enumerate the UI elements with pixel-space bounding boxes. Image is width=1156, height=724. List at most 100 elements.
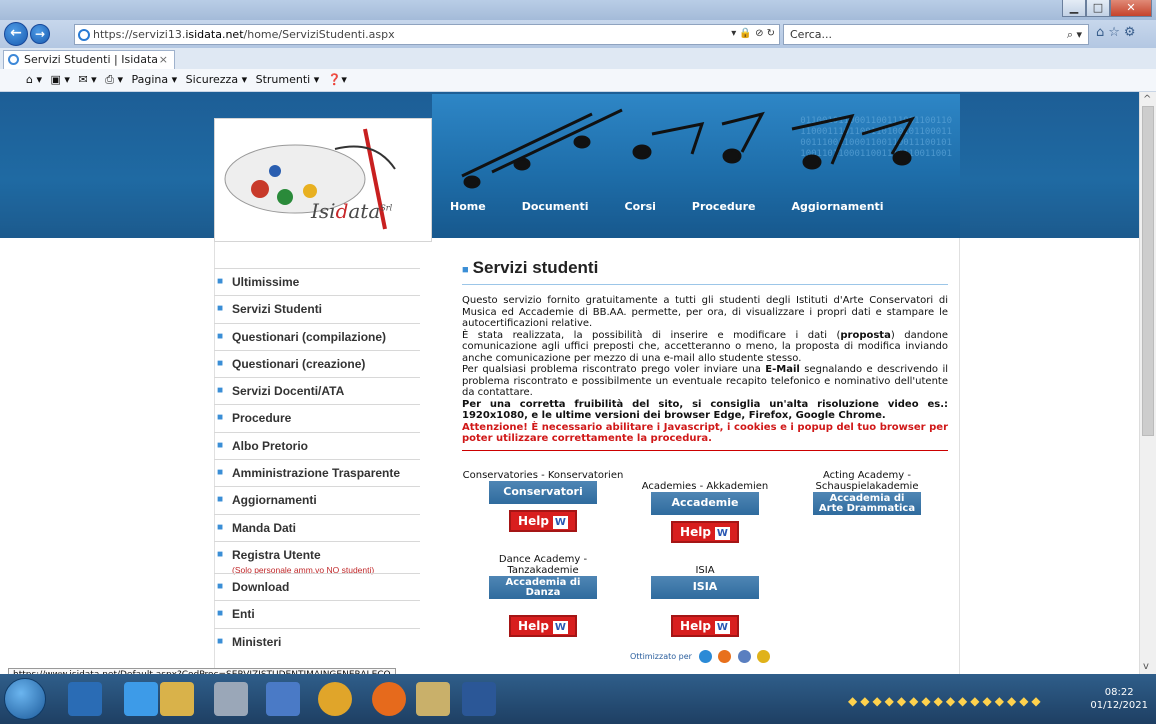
close-window-button[interactable]: ✕	[1110, 0, 1152, 17]
help-button[interactable]: Help W	[671, 521, 739, 543]
bullet-icon: ■	[217, 357, 224, 369]
sidebar-item-enti[interactable]: ■ Enti	[214, 600, 420, 627]
bullet-icon: ■	[217, 439, 224, 451]
danza-banner[interactable]: Accademia di Danza	[489, 576, 597, 599]
chrome-icon	[757, 650, 771, 663]
sidebar-item-download[interactable]: ■ Download	[214, 572, 420, 600]
caption: Dance Academy - Tanzakademie	[498, 554, 588, 576]
calculator-taskbar-icon[interactable]	[214, 682, 248, 716]
clock[interactable]: 08:22 01/12/2021	[1090, 686, 1148, 712]
firefox-icon	[718, 650, 732, 663]
nav-aggiornamenti[interactable]: Aggiornamenti	[792, 200, 884, 213]
lock-refresh-icons[interactable]: ▾ 🔒 ⊘ ↻	[731, 28, 775, 39]
sidebar-item-procedure[interactable]: ■ Procedure	[214, 404, 420, 431]
caption: Conservatories - Konservatorien	[462, 470, 624, 481]
help-icon[interactable]: ❓▾	[328, 73, 347, 86]
feeds-icon[interactable]: ▣ ▾	[51, 73, 70, 86]
javascript-warning: Attenzione! È necessario abilitare i Jav…	[462, 421, 948, 445]
sidebar-item-albo-pretorio[interactable]: ■ Albo Pretorio	[214, 431, 420, 459]
sidebar-item-servizi-docenti[interactable]: ■ Servizi Docenti/ATA	[214, 377, 420, 404]
maximize-button[interactable]: □	[1086, 0, 1110, 17]
help-button[interactable]: Help W	[509, 615, 577, 637]
bullet-icon: ■	[217, 385, 224, 397]
tab-servizi-studenti[interactable]: Servizi Studenti | Isidata ×	[3, 50, 175, 69]
bullet-icon: ■	[217, 330, 224, 342]
help-button[interactable]: Help W	[671, 615, 739, 637]
isidata-logo[interactable]: IsidataSrl	[214, 118, 432, 242]
email-paragraph: Per qualsiasi problema riscontrato prego…	[462, 364, 948, 398]
command-bar: ⌂ ▾ ▣ ▾ ✉ ▾ ⎙ ▾ Pagina ▾ Sicurezza ▾ Str…	[0, 69, 1156, 92]
home-icon[interactable]: ⌂ ▾	[26, 73, 42, 86]
forward-button[interactable]: →	[30, 24, 50, 44]
window-controls: ▁ □ ✕	[1062, 0, 1152, 17]
isia-banner[interactable]: ISIA	[651, 576, 759, 599]
sidebar-item-manda-dati[interactable]: ■ Manda Dati	[214, 513, 420, 541]
edge-icon	[698, 650, 712, 663]
bullet-icon: ■	[217, 548, 224, 560]
menu-pagina[interactable]: Pagina ▾	[132, 73, 178, 86]
url-prefix: https://servizi13.	[93, 28, 186, 41]
chrome-taskbar-icon[interactable]	[318, 682, 352, 716]
bullet-icon: ■	[217, 521, 224, 533]
scroll-down-icon[interactable]: v	[1143, 661, 1149, 672]
nav-documenti[interactable]: Documenti	[522, 200, 589, 213]
sidebar-item-ultimissime[interactable]: ■ Ultimissime	[214, 268, 420, 295]
home-star-gear-icons[interactable]: ⌂☆⚙	[1096, 25, 1140, 40]
explorer-taskbar-icon[interactable]	[160, 682, 194, 716]
taskbar-app-icon[interactable]	[68, 682, 102, 716]
sidebar-item-aggiornamenti[interactable]: ■ Aggiornamenti	[214, 486, 420, 513]
email-link[interactable]: E-Mail	[765, 364, 800, 375]
tab-title: Servizi Studenti | Isidata	[24, 53, 159, 66]
service-conservatori: Conservatories - Konservatorien Conserva…	[462, 470, 624, 532]
url-path: /home/ServiziStudenti.aspx	[243, 28, 395, 41]
url-host: isidata.net	[185, 28, 244, 41]
taskbar-app-icon[interactable]	[266, 682, 300, 716]
word-taskbar-icon[interactable]	[462, 682, 496, 716]
folder-taskbar-icon[interactable]	[416, 682, 450, 716]
nav-corsi[interactable]: Corsi	[625, 200, 656, 213]
minimize-button[interactable]: ▁	[1062, 0, 1086, 17]
conservatori-banner[interactable]: Conservatori	[489, 481, 597, 504]
intro-paragraph: Questo servizio fornito gratuitamente a …	[462, 295, 948, 329]
page-title: ■ Servizi studenti	[462, 258, 948, 285]
start-button[interactable]	[4, 678, 46, 720]
menu-sicurezza[interactable]: Sicurezza ▾	[186, 73, 247, 86]
sidebar-item-amministrazione-trasparente[interactable]: ■ Amministrazione Trasparente	[214, 459, 420, 486]
nav-home[interactable]: Home	[450, 200, 486, 213]
caption: ISIA	[695, 565, 715, 576]
service-danza: Dance Academy - Tanzakademie Accademia d…	[462, 554, 624, 637]
menu-strumenti[interactable]: Strumenti ▾	[256, 73, 320, 86]
mail-icon[interactable]: ✉ ▾	[78, 73, 96, 86]
help-button[interactable]: Help W	[509, 510, 577, 532]
firefox-taskbar-icon[interactable]	[372, 682, 406, 716]
back-button[interactable]: ←	[4, 22, 28, 46]
scroll-up-icon[interactable]: ^	[1143, 94, 1151, 105]
word-icon: W	[714, 621, 730, 634]
sidebar-item-questionari-creazione[interactable]: ■ Questionari (creazione)	[214, 349, 420, 377]
search-icon[interactable]: ⌕ ▾	[1067, 28, 1082, 42]
nav-procedure[interactable]: Procedure	[692, 200, 756, 213]
sidebar-item-ministeri[interactable]: ■ Ministeri	[214, 627, 420, 655]
ie-taskbar-icon[interactable]	[124, 682, 158, 716]
arte-drammatica-banner[interactable]: Accademia di Arte Drammatica	[813, 492, 921, 515]
ie-page-icon	[78, 29, 90, 41]
bullet-icon: ■	[217, 635, 224, 647]
sidebar-item-questionari-compilazione[interactable]: ■ Questionari (compilazione)	[214, 322, 420, 350]
music-notes-decoration	[461, 108, 916, 189]
close-tab-icon[interactable]: ×	[159, 53, 168, 66]
search-field[interactable]: Cerca... ⌕ ▾	[783, 24, 1089, 45]
bullet-icon: ■	[217, 467, 224, 479]
tab-favicon-icon	[8, 54, 19, 65]
accademie-banner[interactable]: Accademie	[651, 492, 759, 515]
sidebar-item-registra-utente[interactable]: ■ Registra Utente (Solo personale amm.vo N…	[214, 540, 420, 575]
page-viewport: 0110010110001100111001100110 11000111011…	[0, 92, 1139, 674]
print-icon[interactable]: ⎙ ▾	[105, 73, 123, 86]
system-tray-icons[interactable]: ◆◆◆◆◆◆◆◆◆◆◆◆◆◆◆◆	[848, 694, 1044, 708]
scroll-thumb[interactable]	[1142, 106, 1154, 436]
logo-text: IsidataSrl	[311, 199, 393, 223]
url-field[interactable]: https://servizi13.isidata.net/home/Servi…	[74, 24, 780, 45]
bullet-icon: ■	[217, 494, 224, 506]
sidebar-item-servizi-studenti[interactable]: ■ Servizi Studenti	[214, 295, 420, 322]
vertical-scrollbar[interactable]: ^ v	[1139, 92, 1156, 674]
main-content: ■ Servizi studenti Questo servizio fornit…	[462, 258, 948, 461]
